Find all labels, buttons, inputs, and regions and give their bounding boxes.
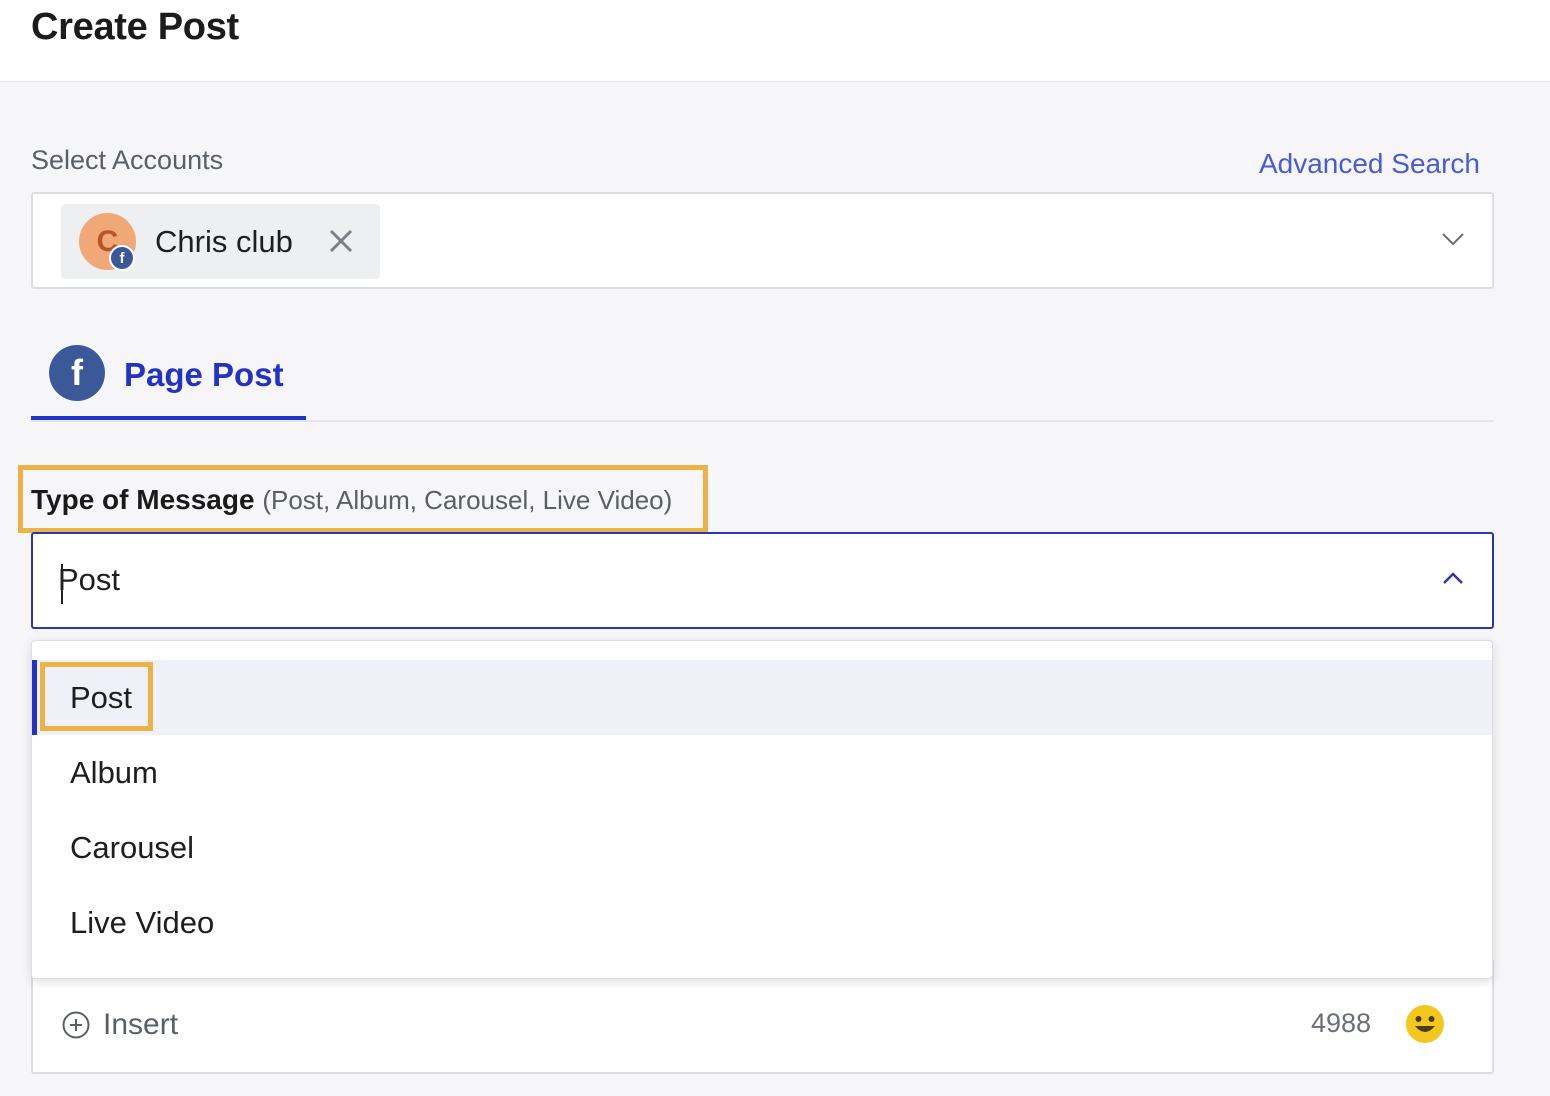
option-label: Album [70, 755, 158, 790]
tab-page-post[interactable]: f Page Post [31, 340, 306, 420]
option-carousel[interactable]: Carousel [32, 810, 1492, 885]
accounts-select[interactable]: C f Chris club [31, 192, 1494, 289]
facebook-icon: f [109, 245, 135, 271]
text-caret [61, 564, 63, 604]
option-label: Carousel [70, 830, 195, 865]
option-label: Live Video [70, 905, 215, 940]
highlight-box [40, 662, 153, 731]
tab-label: Page Post [124, 356, 284, 393]
close-icon[interactable] [326, 224, 356, 258]
insert-label: Insert [103, 1008, 179, 1041]
option-live-video[interactable]: Live Video [32, 885, 1492, 960]
option-post[interactable]: Post [32, 660, 1492, 735]
page-header: Create Post [0, 0, 1550, 82]
message-type-dropdown: Post Album Carousel Live Video [31, 640, 1493, 979]
type-of-message-hint: (Post, Album, Carousel, Live Video) [262, 485, 673, 515]
advanced-search-link[interactable]: Advanced Search [1259, 148, 1480, 180]
plus-circle-icon [62, 1011, 90, 1039]
type-of-message-label: Type of Message (Post, Album, Carousel, … [31, 484, 672, 516]
page-title: Create Post [31, 6, 239, 48]
select-accounts-label: Select Accounts [31, 145, 224, 175]
smiley-icon[interactable] [1405, 1004, 1445, 1044]
type-of-message-title: Type of Message [31, 484, 255, 515]
account-chip-label: Chris club [155, 224, 293, 259]
option-album[interactable]: Album [32, 735, 1492, 810]
message-type-value: Post [58, 562, 121, 597]
message-type-select[interactable]: Post [31, 532, 1494, 629]
account-chip: C f Chris club [61, 204, 380, 279]
insert-button[interactable]: Insert [61, 1008, 178, 1042]
chevron-down-icon[interactable] [1438, 224, 1468, 254]
facebook-icon: f [49, 345, 105, 401]
character-count: 4988 [1311, 1008, 1372, 1038]
chevron-up-icon[interactable] [1438, 564, 1468, 594]
tab-bar: f Page Post [31, 340, 1494, 422]
